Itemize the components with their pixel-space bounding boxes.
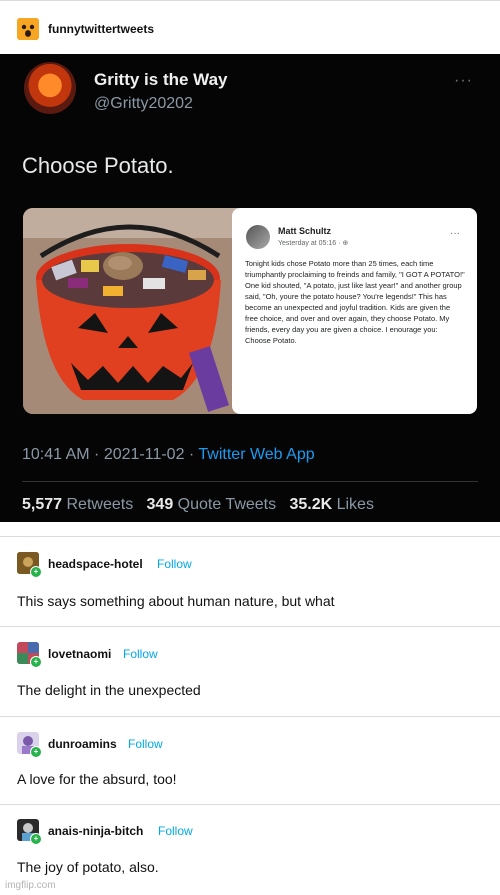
retweets-count: 5,577 <box>22 496 63 513</box>
reblog-username[interactable]: lovetnaomi <box>48 647 111 661</box>
reblog-text: The joy of potato, also. <box>17 859 159 875</box>
reblog-badge-icon: + <box>30 566 42 578</box>
quote-tweets-count: 349 <box>146 496 174 513</box>
tweet-divider <box>22 481 478 482</box>
tweet-screenshot: Gritty is the Way @Gritty20202 ··· Choos… <box>0 54 500 522</box>
tweet-handle: @Gritty20202 <box>94 95 193 112</box>
op-username[interactable]: funnytwittertweets <box>48 22 154 36</box>
reblog-username[interactable]: dunroamins <box>48 737 117 751</box>
reblog-badge-icon: + <box>30 656 42 668</box>
op-avatar[interactable] <box>17 18 39 40</box>
fb-more-icon: ··· <box>450 228 460 239</box>
tweet-stats: 5,577 Retweets 349 Quote Tweets 35.2K Li… <box>22 496 374 514</box>
surprised-face-icon <box>17 18 39 40</box>
tweet-meta: 10:41 AM · 2021-11-02 · Twitter Web App <box>22 446 315 464</box>
tweet-timestamp: 10:41 AM · 2021-11-02 · <box>22 446 199 463</box>
tweet-display-name: Gritty is the Way <box>94 70 228 89</box>
reblog-entry: + anais-ninja-bitch Follow The joy of po… <box>0 804 500 895</box>
likes-label: Likes <box>332 496 374 513</box>
post-header: funnytwittertweets <box>0 0 500 54</box>
reblog-username[interactable]: headspace-hotel <box>48 557 143 571</box>
fb-body-text: Tonight kids chose Potato more than 25 t… <box>245 259 465 345</box>
follow-button[interactable]: Follow <box>128 737 163 751</box>
embedded-facebook-post: Matt Schultz Yesterday at 05:16 · ⊕ ··· … <box>232 208 477 414</box>
reblog-text: A love for the absurd, too! <box>17 771 177 787</box>
follow-button[interactable]: Follow <box>158 824 193 838</box>
reblog-text: The delight in the unexpected <box>17 682 201 698</box>
retweets-label: Retweets <box>62 496 143 513</box>
follow-button[interactable]: Follow <box>123 647 158 661</box>
reblog-entry: + lovetnaomi Follow The delight in the u… <box>0 626 500 716</box>
follow-button[interactable]: Follow <box>157 557 192 571</box>
reblog-badge-icon: + <box>30 833 42 845</box>
reblog-entry: + dunroamins Follow A love for the absur… <box>0 716 500 804</box>
quote-tweets-label: Quote Tweets <box>173 496 285 513</box>
tweet-more-icon: ··· <box>454 72 473 89</box>
fb-author: Matt Schultz <box>278 226 331 236</box>
pumpkin-bucket-image <box>23 208 238 414</box>
watermark: imgflip.com <box>5 880 56 891</box>
fb-timestamp: Yesterday at 05:16 · ⊕ <box>278 240 349 247</box>
tweet-app-link: Twitter Web App <box>198 446 315 463</box>
reblog-text: This says something about human nature, … <box>17 593 335 609</box>
reblog-badge-icon: + <box>30 746 42 758</box>
reblog-entry: + headspace-hotel Follow This says somet… <box>0 536 500 626</box>
reblog-username[interactable]: anais-ninja-bitch <box>48 824 143 838</box>
fb-avatar <box>246 225 270 249</box>
likes-count: 35.2K <box>289 496 333 513</box>
tweet-avatar <box>24 62 76 114</box>
pumpkin-bucket-photo <box>23 208 238 414</box>
tweet-text: Choose Potato. <box>22 153 174 178</box>
